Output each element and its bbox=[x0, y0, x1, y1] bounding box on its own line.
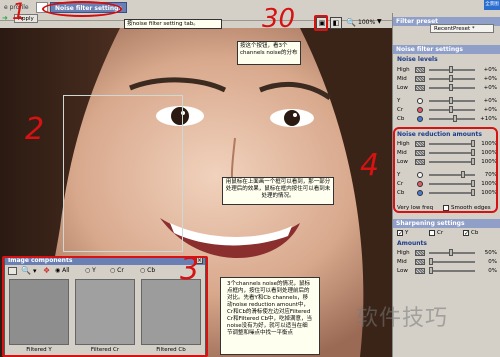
preview-selection-rect[interactable] bbox=[63, 95, 183, 252]
row-label: High bbox=[397, 67, 410, 73]
slider-track[interactable] bbox=[429, 261, 475, 263]
amount-row-mid: Mid 0% bbox=[393, 258, 500, 266]
sharpen-cb-label: Cb bbox=[471, 230, 479, 236]
preset-dropdown[interactable]: RecentPreset * bbox=[430, 24, 494, 33]
row-value: +0% bbox=[483, 85, 497, 91]
row-value: +0% bbox=[483, 98, 497, 104]
annotation-number-4: 4 bbox=[360, 148, 380, 183]
callout-tab-hint: 按noise filter setting tab。 bbox=[124, 19, 222, 29]
slider-thumb[interactable] bbox=[449, 75, 453, 82]
row-label: Y bbox=[397, 98, 401, 104]
callout-components-hint: 3个channels noise的情况，鼠标点框内，按住可以看到处理前后的对比。… bbox=[220, 277, 320, 355]
annotation-circle-tab bbox=[42, 1, 122, 17]
amounts-header: Amounts bbox=[397, 240, 427, 247]
slider-thumb[interactable] bbox=[449, 249, 453, 256]
row-value: +0% bbox=[483, 76, 497, 82]
sharpen-cb-checkbox[interactable]: ✓ bbox=[463, 230, 469, 237]
row-label: Cr bbox=[397, 107, 404, 113]
row-value: 50% bbox=[484, 250, 497, 256]
zoom-level[interactable]: 100% bbox=[358, 19, 375, 26]
slider-thumb[interactable] bbox=[429, 258, 433, 265]
row-value: 0% bbox=[488, 259, 497, 265]
row-label: Mid bbox=[397, 76, 407, 82]
cb-channel-icon bbox=[417, 116, 423, 122]
watermark-text: 软件技巧 bbox=[356, 306, 449, 331]
noise-levels-header: Noise levels bbox=[397, 56, 438, 63]
annotation-number-1: 1 bbox=[12, 0, 26, 25]
sharpen-channels-row: ✓ Y Cr ✓ Cb bbox=[393, 229, 500, 237]
annotation-box-tool bbox=[314, 15, 328, 31]
row-label: Cb bbox=[397, 116, 405, 122]
sharpen-cr-checkbox[interactable] bbox=[429, 230, 435, 236]
annotation-number-30: 30 bbox=[262, 4, 296, 34]
zoom-dropdown-icon[interactable]: ▼ bbox=[377, 18, 382, 25]
pattern-swatch-icon bbox=[415, 85, 425, 91]
row-value: +0% bbox=[483, 107, 497, 113]
row-value: +10% bbox=[480, 116, 497, 122]
sharpen-y-checkbox[interactable]: ✓ bbox=[397, 230, 403, 237]
noise-level-row-cb: Cb +10% bbox=[393, 115, 500, 123]
noise-level-row-cr: Cr +0% bbox=[393, 106, 500, 114]
app-window: e profile Noise filter settings ➜ Apply … bbox=[0, 0, 500, 357]
row-value: +0% bbox=[483, 67, 497, 73]
apply-arrow-icon: ➜ bbox=[2, 14, 8, 22]
slider-track[interactable] bbox=[429, 270, 475, 272]
pattern-swatch-icon bbox=[415, 250, 425, 256]
annotation-number-3: 3 bbox=[180, 252, 200, 287]
noise-level-row-high: High +0% bbox=[393, 66, 500, 74]
annotation-number-2: 2 bbox=[25, 112, 45, 147]
slider-track[interactable] bbox=[429, 118, 475, 120]
slider-thumb[interactable] bbox=[449, 66, 453, 73]
slider-thumb[interactable] bbox=[449, 84, 453, 91]
compare-button[interactable]: ◧ bbox=[330, 17, 342, 29]
row-label: Low bbox=[397, 268, 408, 274]
row-label: High bbox=[397, 250, 410, 256]
row-label: Low bbox=[397, 85, 408, 91]
noise-filter-settings-header: Noise filter settings bbox=[393, 45, 500, 54]
pattern-swatch-icon bbox=[415, 67, 425, 73]
zoom-icon[interactable]: 🔍 bbox=[346, 18, 356, 27]
pattern-swatch-icon bbox=[415, 76, 425, 82]
watermark-logo: 全景图 bbox=[484, 0, 500, 10]
row-label: Mid bbox=[397, 259, 407, 265]
callout-preview-hint: 用鼠标在上面画一个框可以看到，那一部分处理后的效果，鼠标在框内按住可以看到未处理… bbox=[222, 177, 334, 205]
annotation-box-reduction bbox=[393, 127, 498, 213]
noise-level-row-y: Y +0% bbox=[393, 97, 500, 105]
callout-channels-hint: 按这个按钮，看3个channels noise的分布 bbox=[237, 41, 301, 65]
row-value: 0% bbox=[488, 268, 497, 274]
sharpen-cr-label: Cr bbox=[437, 230, 444, 236]
pattern-swatch-icon bbox=[415, 268, 425, 274]
slider-thumb[interactable] bbox=[453, 115, 457, 122]
sharpen-y-label: Y bbox=[405, 230, 409, 236]
cr-channel-icon bbox=[417, 107, 423, 113]
slider-thumb[interactable] bbox=[429, 267, 433, 274]
slider-thumb[interactable] bbox=[449, 106, 453, 113]
sharpening-settings-header: Sharpening settings bbox=[393, 219, 500, 228]
pattern-swatch-icon bbox=[415, 259, 425, 265]
annotation-box-components bbox=[2, 256, 208, 357]
noise-level-row-mid: Mid +0% bbox=[393, 75, 500, 83]
amount-row-low: Low 0% bbox=[393, 267, 500, 275]
slider-thumb[interactable] bbox=[449, 97, 453, 104]
noise-level-row-low: Low +0% bbox=[393, 84, 500, 92]
amount-row-high: High 50% bbox=[393, 249, 500, 257]
y-channel-icon bbox=[417, 98, 423, 104]
